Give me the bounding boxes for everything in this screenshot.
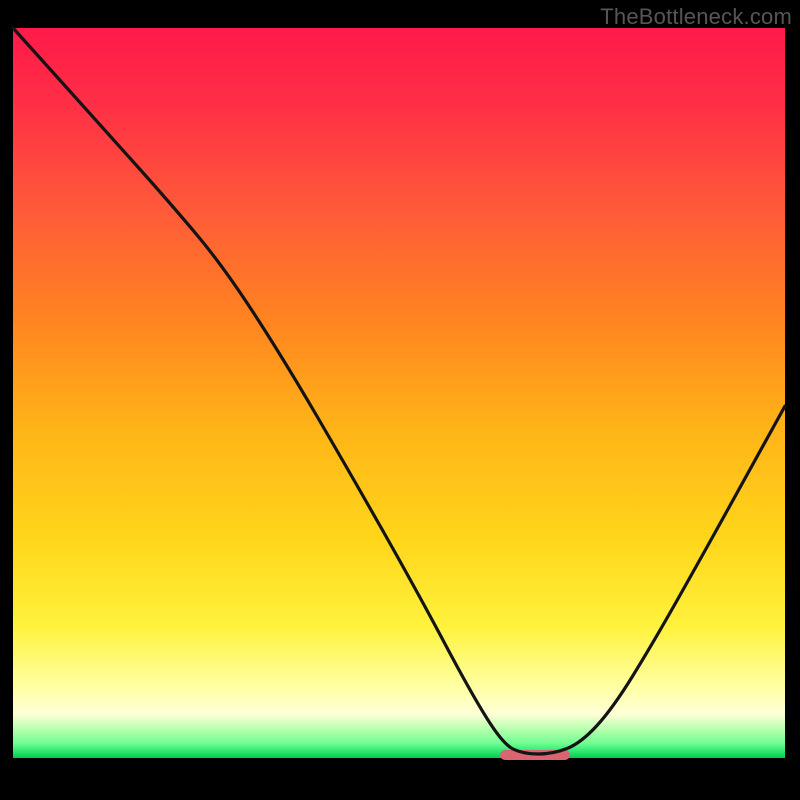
plot-area [13,28,785,798]
chart-container: TheBottleneck.com [0,0,800,800]
curve-path [13,28,785,754]
watermark-text: TheBottleneck.com [600,4,792,30]
bottleneck-curve [13,28,785,798]
